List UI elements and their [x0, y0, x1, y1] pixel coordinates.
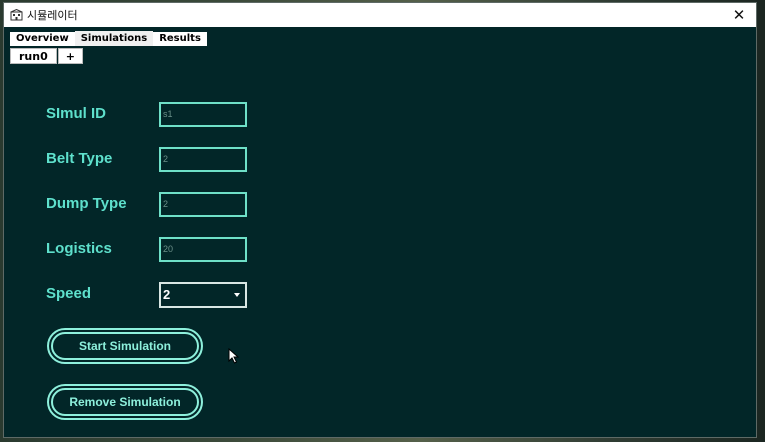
start-simulation-label: Start Simulation	[78, 339, 171, 353]
window-title: 시뮬레이터	[27, 9, 78, 22]
remove-simulation-label: Remove Simulation	[69, 395, 181, 409]
close-icon: ✕	[732, 6, 746, 24]
belt-type-field[interactable]: 2	[159, 147, 247, 172]
app-window: 시뮬레이터 ✕ Overview Simulations Results run…	[3, 2, 757, 438]
dump-type-field[interactable]: 2	[159, 192, 247, 217]
start-simulation-button[interactable]: Start Simulation	[47, 328, 203, 364]
speed-label: Speed	[46, 285, 92, 302]
tab-run0[interactable]: run0	[10, 48, 57, 64]
close-button[interactable]: ✕	[730, 6, 748, 24]
belt-type-label: Belt Type	[46, 150, 113, 167]
logistics-label: Logistics	[46, 240, 112, 257]
speed-select-value: 2	[163, 287, 171, 302]
mouse-pointer-icon	[228, 348, 240, 364]
logistics-field[interactable]: 20	[159, 237, 247, 262]
run-tabs: run0 +	[10, 48, 83, 64]
building-icon	[10, 9, 23, 21]
tab-results[interactable]: Results	[153, 32, 207, 46]
simul-id-field[interactable]: s1	[159, 102, 247, 127]
add-run-button[interactable]: +	[57, 48, 83, 64]
tab-overview[interactable]: Overview	[10, 32, 75, 46]
remove-simulation-button[interactable]: Remove Simulation	[47, 384, 203, 420]
main-tabs: Overview Simulations Results	[10, 31, 207, 46]
tab-simulations[interactable]: Simulations	[74, 31, 154, 46]
title-bar: 시뮬레이터 ✕	[4, 3, 756, 27]
simul-id-label: SImul ID	[46, 105, 107, 122]
chevron-down-icon	[234, 293, 240, 297]
speed-select[interactable]: 2	[159, 282, 247, 308]
dump-type-label: Dump Type	[46, 195, 127, 212]
